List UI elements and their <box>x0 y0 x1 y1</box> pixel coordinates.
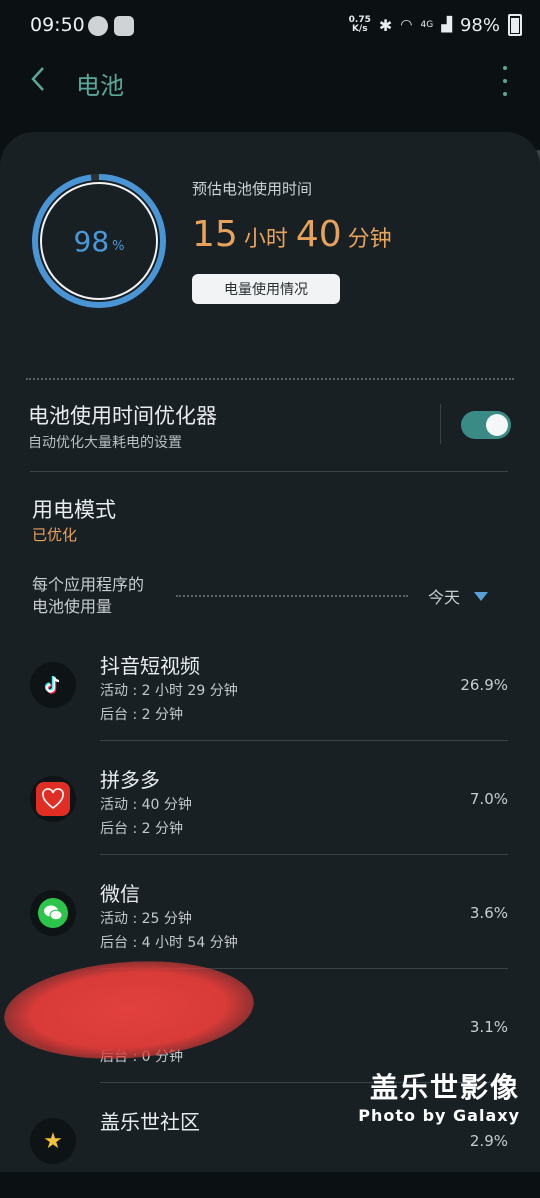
app-background-time: 后台 : 2 分钟 <box>100 821 183 837</box>
chevron-left-icon <box>31 67 44 91</box>
battery-percent-sign: % <box>112 238 125 254</box>
power-mode-title[interactable]: 用电模式 <box>32 494 116 524</box>
per-app-label: 每个应用程序的 电池使用量 <box>32 574 144 618</box>
estimate-time: 15 小时 40 分钟 <box>192 214 400 255</box>
back-button[interactable] <box>28 64 58 94</box>
optimizer-toggle[interactable] <box>461 411 511 439</box>
divider <box>30 471 508 472</box>
vertical-divider <box>440 404 441 444</box>
network-type: 4G <box>420 20 434 30</box>
app-bar: 电池 <box>0 56 540 104</box>
chat-bubbles-icon <box>44 905 63 921</box>
battery-percent-value: 98 <box>73 224 110 258</box>
wechat-icon <box>30 890 76 936</box>
app-name: 盖乐世社区 <box>100 1110 200 1134</box>
battery-usage-button[interactable]: 电量使用情况 <box>192 274 340 304</box>
app-active-time: 活动 : 2 小时 29 分钟 <box>100 683 238 699</box>
app-background-time: 后台 : 2 分钟 <box>100 707 183 723</box>
app-row[interactable]: 微信 活动 : 25 分钟 后台 : 4 小时 54 分钟 3.6% <box>0 856 540 970</box>
app-active-time: 活动 : 40 分钟 <box>100 797 192 813</box>
status-bar: 09:50 0.75 K/s ✱ ◠ 4G ▟ 98% <box>0 0 540 54</box>
tiktok-glyph <box>44 676 60 694</box>
app-row[interactable]: 抖音短视频 活动 : 2 小时 29 分钟 后台 : 2 分钟 26.9% <box>0 628 540 742</box>
more-dot <box>503 92 507 96</box>
toggle-knob <box>486 414 508 436</box>
more-options-button[interactable] <box>500 66 510 96</box>
app-percent: 3.6% <box>469 904 508 922</box>
galaxy-community-icon: ★ <box>30 1118 76 1164</box>
page-title: 电池 <box>76 72 124 100</box>
wechat-glyph <box>38 898 68 928</box>
star-icon: ★ <box>43 1128 63 1154</box>
estimate-hours: 15 <box>192 214 238 255</box>
app-name: 微信 <box>100 882 140 906</box>
app-background-time: 后台 : 4 小时 54 分钟 <box>100 935 238 951</box>
per-app-label-line1: 每个应用程序的 <box>32 575 145 594</box>
power-mode-value: 已优化 <box>32 526 78 544</box>
battery-icon <box>508 14 522 36</box>
app-active-time: 活动 : 25 分钟 <box>100 911 192 927</box>
more-dot <box>503 66 507 70</box>
network-speed: 0.75 K/s <box>349 16 371 34</box>
signal-icon: ▟ <box>441 17 452 33</box>
heart-icon <box>42 788 64 810</box>
app-row[interactable]: 拼多多 活动 : 40 分钟 后台 : 2 分钟 7.0% <box>0 742 540 856</box>
estimate-label: 预估电池使用时间 <box>192 180 313 198</box>
dotted-divider <box>176 595 408 597</box>
estimate-minutes: 40 <box>295 214 342 255</box>
optimizer-subtitle: 自动优化大量耗电的设置 <box>28 435 182 451</box>
watermark: 盖乐世影像 Photo by Galaxy <box>358 1066 520 1125</box>
watermark-line1: 盖乐世影像 <box>369 1071 520 1104</box>
status-right: 0.75 K/s ✱ ◠ 4G ▟ 98% <box>349 14 522 36</box>
pinduoduo-icon <box>30 776 76 822</box>
app-percent: 7.0% <box>469 790 508 808</box>
network-speed-unit: K/s <box>351 24 368 34</box>
optimizer-title[interactable]: 电池使用时间优化器 <box>28 400 217 430</box>
app-percent: 2.9% <box>469 1132 508 1150</box>
notification-icon <box>88 16 108 36</box>
bluetooth-icon: ✱ <box>378 15 393 35</box>
estimate-minutes-unit: 分钟 <box>347 227 392 252</box>
tiktok-icon <box>30 662 76 708</box>
app-percent: 26.9% <box>460 676 508 694</box>
battery-percent: 98 % <box>30 172 168 310</box>
divider <box>100 740 508 741</box>
status-time: 09:50 <box>30 14 85 36</box>
battery-ring: 98 % <box>30 172 168 310</box>
period-value: 今天 <box>428 588 461 607</box>
watermark-line2: Photo by Galaxy <box>358 1106 520 1125</box>
more-dot <box>503 79 507 83</box>
period-dropdown[interactable]: 今天 <box>428 584 489 608</box>
per-app-label-line2: 电池使用量 <box>32 597 113 616</box>
dotted-divider <box>26 378 514 380</box>
app-percent: 3.1% <box>469 1018 508 1036</box>
battery-text: 98% <box>459 14 500 36</box>
divider <box>100 854 508 855</box>
dropdown-arrow-icon <box>474 591 489 601</box>
app-name: 拼多多 <box>100 768 160 792</box>
wifi-icon: ◠ <box>400 17 413 33</box>
estimate-hours-unit: 小时 <box>243 227 288 252</box>
pinduoduo-glyph <box>36 782 70 816</box>
app-name: 抖音短视频 <box>100 654 200 678</box>
notification-icon <box>114 16 134 36</box>
